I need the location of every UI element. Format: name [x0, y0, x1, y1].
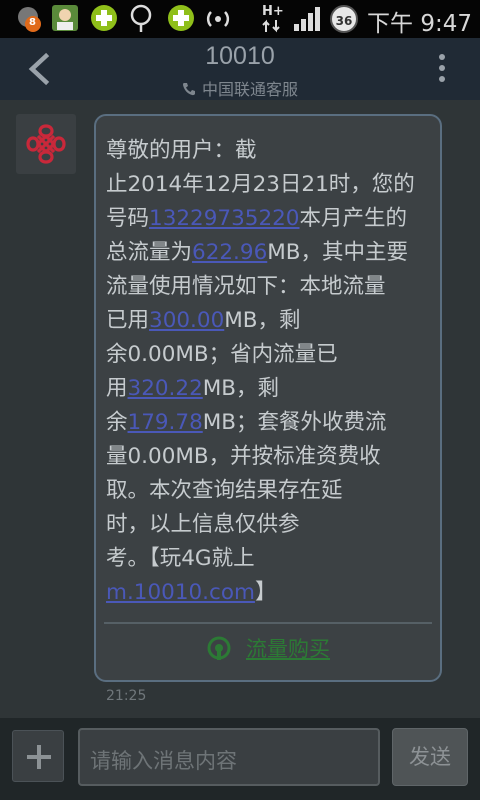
buy-data-label[interactable]: 流量购买 — [246, 633, 330, 663]
conversation-header: 10010 中国联通客服 — [0, 38, 480, 100]
message-text: MB，其中主要 — [267, 240, 409, 265]
message-text: 用 — [106, 376, 128, 401]
buy-data-action[interactable]: 流量购买 — [96, 633, 440, 663]
message-text: 本月产生的 — [299, 206, 407, 231]
composer-bar: 请输入消息内容 发送 — [0, 718, 480, 800]
message-text: MB，剩 — [224, 308, 301, 333]
message-link[interactable]: 13229735220 — [149, 206, 299, 231]
message-line: 考。【玩4G就上 — [106, 542, 436, 576]
message-line: 量0.00MB，并按标准资费收 — [106, 440, 436, 474]
message-line: 尊敬的用户：截 — [106, 134, 436, 168]
message-bubble[interactable]: 尊敬的用户：截 止2014年12月23日21时，您的 号码13229735220本月… — [94, 114, 442, 682]
message-text: 止2014年12月23日21时，您的 — [106, 172, 415, 197]
message-text: 尊敬的用户：截 — [106, 138, 257, 163]
wifi-hotspot-icon — [206, 11, 230, 27]
location-pin-icon — [130, 4, 152, 32]
signal-strength-icon — [294, 7, 320, 31]
message-line: 余0.00MB；省内流量已 — [106, 338, 436, 372]
network-type-label: H+ — [262, 4, 284, 19]
send-button[interactable]: 发送 — [392, 728, 468, 786]
data-arrows-icon — [262, 19, 280, 33]
message-text: 余0.00MB；省内流量已 — [106, 342, 338, 367]
sender-avatar[interactable] — [16, 114, 76, 174]
security-plus-icon — [91, 5, 117, 31]
message-text: MB；套餐外收费流 — [202, 410, 387, 435]
message-line: 用320.22MB，剩 — [106, 372, 436, 406]
data-signal-icon — [207, 636, 231, 660]
message-link[interactable]: 300.00 — [149, 308, 224, 333]
message-link[interactable]: m.10010.com — [106, 580, 255, 605]
status-time: 下午 9:47 — [367, 11, 472, 37]
message-line: 流量使用情况如下：本地流量 — [106, 270, 436, 304]
message-text: MB，剩 — [202, 376, 280, 401]
add-attachment-button[interactable] — [12, 730, 64, 782]
message-link[interactable]: 622.96 — [192, 240, 267, 265]
doctor-app-icon — [52, 5, 78, 31]
contact-name-subtitle: 中国联通客服 — [0, 76, 480, 100]
security-plus-icon-2 — [168, 5, 194, 31]
battery-badge: 36 — [330, 5, 358, 33]
phone-icon — [182, 83, 195, 96]
message-line: m.10010.com】 — [106, 576, 436, 610]
message-text: 总流量为 — [106, 240, 193, 265]
message-thread: 尊敬的用户：截 止2014年12月23日21时，您的 号码13229735220本月… — [0, 100, 480, 715]
message-text: 时，以上信息仅供参 — [106, 512, 300, 537]
message-text: 量0.00MB，并按标准资费收 — [106, 444, 381, 469]
message-body: 尊敬的用户：截 止2014年12月23日21时，您的 号码13229735220本月… — [106, 134, 436, 610]
message-line: 号码13229735220本月产生的 — [106, 202, 436, 236]
message-timestamp: 21:25 — [106, 688, 147, 704]
status-bar: 8 H+ 36 下午 9:47 — [0, 0, 480, 38]
message-line: 总流量为622.96MB，其中主要 — [106, 236, 436, 270]
message-text: 考。【玩4G就上 — [106, 546, 255, 571]
message-text: 】 — [254, 580, 277, 605]
message-text: 流量使用情况如下：本地流量 — [106, 274, 386, 299]
message-line: 时，以上信息仅供参 — [106, 508, 436, 542]
message-line: 余179.78MB；套餐外收费流 — [106, 406, 436, 440]
contact-number-title: 10010 — [205, 42, 275, 70]
message-input[interactable]: 请输入消息内容 — [78, 728, 380, 786]
overflow-menu-icon[interactable] — [438, 54, 446, 86]
message-text: 取。本次查询结果存在延 — [106, 478, 343, 503]
message-text: 号码 — [106, 206, 150, 231]
message-link[interactable]: 179.78 — [128, 410, 203, 435]
message-line: 取。本次查询结果存在延 — [106, 474, 436, 508]
message-text: 余 — [106, 410, 128, 435]
message-line: 已用300.00MB，剩 — [106, 304, 436, 338]
bubble-divider — [104, 622, 432, 624]
notification-badge: 8 — [29, 17, 36, 28]
message-link[interactable]: 320.22 — [128, 376, 203, 401]
contact-name-text: 中国联通客服 — [201, 80, 298, 99]
message-line: 止2014年12月23日21时，您的 — [106, 168, 436, 202]
china-unicom-logo-icon — [26, 124, 66, 164]
message-text: 已用 — [106, 308, 150, 333]
